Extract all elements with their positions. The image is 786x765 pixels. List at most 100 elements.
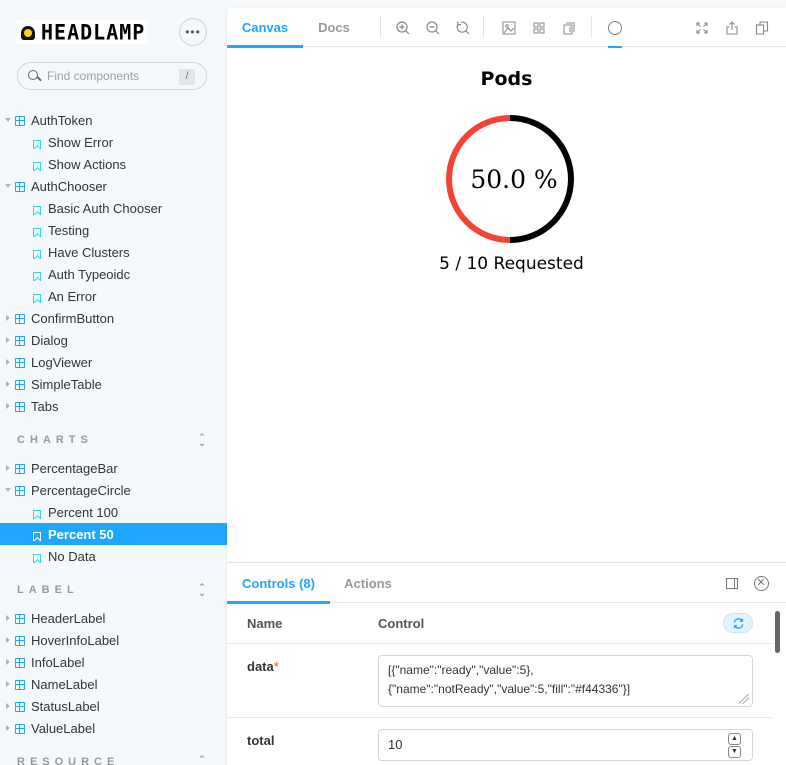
sidebar-component-infolabel[interactable]: InfoLabel xyxy=(0,651,227,673)
component-icon xyxy=(15,182,25,192)
sidebar-story-basic-auth-chooser[interactable]: Basic Auth Chooser xyxy=(0,197,227,219)
sidebar-item-label: StatusLabel xyxy=(31,698,100,714)
sidebar-story-percent-50[interactable]: Percent 50 xyxy=(0,523,227,545)
component-icon xyxy=(15,402,25,412)
background-button[interactable] xyxy=(499,18,519,38)
headlamp-logo[interactable]: HEADLAMP xyxy=(17,19,148,45)
share-icon xyxy=(726,21,738,35)
sidebar-story-have-clusters[interactable]: Have Clusters xyxy=(0,241,227,263)
sidebar-component-dialog[interactable]: Dialog xyxy=(0,329,227,351)
tab-docs[interactable]: Docs xyxy=(303,8,365,47)
sidebar-story-auth-typeoidc[interactable]: Auth Typeoidc xyxy=(0,263,227,285)
sidebar-component-authchooser[interactable]: AuthChooser xyxy=(0,175,227,197)
zoom-reset-button[interactable] xyxy=(453,18,473,38)
caret-right-icon xyxy=(5,336,11,344)
fullscreen-button[interactable] xyxy=(692,18,712,38)
sidebar-story-show-actions[interactable]: Show Actions xyxy=(0,153,227,175)
expand-collapse-icon[interactable]: ⌃ ⌄ xyxy=(197,433,207,448)
grid-button[interactable] xyxy=(529,18,549,38)
close-panel-button[interactable]: ✕ xyxy=(753,575,769,591)
controls-scrollbar[interactable] xyxy=(775,611,780,653)
sidebar-item-label: Dialog xyxy=(31,332,68,348)
grid-icon xyxy=(533,22,545,34)
caret-down-icon xyxy=(5,116,11,124)
expand-collapse-icon[interactable]: ⌃ ⌄ xyxy=(197,583,207,598)
sidebar-item-label: AuthToken xyxy=(31,112,93,128)
tab-actions[interactable]: Actions xyxy=(330,563,406,603)
component-icon xyxy=(15,614,25,624)
control-row-total: total 10 ▲ ▼ xyxy=(227,719,772,765)
sidebar-item-label: An Error xyxy=(48,288,97,304)
sidebar-item-label: PercentageBar xyxy=(31,460,118,476)
data-json-textarea[interactable]: [{"name":"ready","value":5}, {"name":"no… xyxy=(378,655,753,707)
panel-layout-icon xyxy=(726,577,738,589)
sidebar-component-percentagebar[interactable]: PercentageBar xyxy=(0,457,227,479)
bookmark-icon xyxy=(33,509,41,519)
share-button[interactable] xyxy=(722,18,742,38)
toolbar: Canvas Docs xyxy=(227,8,786,49)
sidebar-item-label: PercentageCircle xyxy=(31,482,131,498)
refresh-icon xyxy=(733,617,743,629)
sidebar-component-headerlabel[interactable]: HeaderLabel xyxy=(0,607,227,629)
image-icon xyxy=(502,21,516,35)
sidebar-component-statuslabel[interactable]: StatusLabel xyxy=(0,695,227,717)
sidebar-item-label: Show Actions xyxy=(48,156,127,172)
sidebar-item-label: Auth Typeoidc xyxy=(48,266,131,282)
sidebar-item-label: No Data xyxy=(48,548,96,564)
close-circle-icon: ✕ xyxy=(753,575,769,591)
outline-button[interactable] xyxy=(605,18,625,49)
panel-orientation-button[interactable] xyxy=(724,575,740,591)
expand-collapse-icon[interactable]: ⌃ ⌄ xyxy=(197,755,207,765)
sidebar-item-label: AuthChooser xyxy=(31,178,107,194)
sidebar-story-testing[interactable]: Testing xyxy=(0,219,227,241)
caret-right-icon xyxy=(5,680,11,688)
stepper-down-icon[interactable]: ▼ xyxy=(728,746,741,758)
sidebar-story-percent-100[interactable]: Percent 100 xyxy=(0,501,227,523)
stepper-up-icon[interactable]: ▲ xyxy=(728,733,741,745)
copy-icon xyxy=(755,21,769,35)
tab-controls[interactable]: Controls (8) xyxy=(227,563,330,604)
component-icon xyxy=(15,464,25,474)
search-icon xyxy=(28,69,41,83)
sidebar-story-an-error[interactable]: An Error xyxy=(0,285,227,307)
sidebar-component-tabs[interactable]: Tabs xyxy=(0,395,227,417)
zoom-in-button[interactable] xyxy=(393,18,413,38)
total-number-input[interactable]: 10 xyxy=(378,729,753,761)
sidebar-component-valuelabel[interactable]: ValueLabel xyxy=(0,717,227,739)
component-icon xyxy=(15,358,25,368)
bookmark-icon xyxy=(33,139,41,149)
component-icon xyxy=(15,116,25,126)
addons-tabbar: Controls (8) Actions ✕ xyxy=(227,563,786,604)
sidebar-section-charts[interactable]: CHARTS ⌃ ⌄ xyxy=(17,432,207,448)
sidebar-component-authtoken[interactable]: AuthToken xyxy=(0,109,227,131)
search-input[interactable] xyxy=(47,69,177,83)
component-icon xyxy=(15,658,25,668)
sidebar-component-simpletable[interactable]: SimpleTable xyxy=(0,373,227,395)
sidebar-component-logviewer[interactable]: LogViewer xyxy=(0,351,227,373)
sidebar-component-confirmbutton[interactable]: ConfirmButton xyxy=(0,307,227,329)
more-options-button[interactable]: ••• xyxy=(179,18,207,46)
copy-link-button[interactable] xyxy=(752,18,772,38)
caret-right-icon xyxy=(5,658,11,666)
sidebar-story-show-error[interactable]: Show Error xyxy=(0,131,227,153)
sidebar-component-hoverinfolabel[interactable]: HoverInfoLabel xyxy=(0,629,227,651)
sidebar-item-label: Have Clusters xyxy=(48,244,130,260)
sidebar-component-namelabel[interactable]: NameLabel xyxy=(0,673,227,695)
number-stepper[interactable]: ▲ ▼ xyxy=(728,733,741,758)
sidebar-section-resource[interactable]: RESOURCE ⌃ ⌄ xyxy=(17,754,207,765)
caret-down-icon xyxy=(5,486,11,494)
sidebar-item-label: Show Error xyxy=(48,134,114,150)
caret-right-icon xyxy=(5,614,11,622)
sidebar-item-label: NameLabel xyxy=(31,676,98,692)
reset-controls-button[interactable] xyxy=(723,613,753,633)
caret-right-icon xyxy=(5,402,11,410)
sidebar-story-no-data[interactable]: No Data xyxy=(0,545,227,567)
zoom-out-button[interactable] xyxy=(423,18,443,38)
sidebar-component-percentagecircle[interactable]: PercentageCircle xyxy=(0,479,227,501)
caret-right-icon xyxy=(5,724,11,732)
tab-canvas[interactable]: Canvas xyxy=(227,8,303,48)
sidebar-section-label[interactable]: LABEL ⌃ ⌄ xyxy=(17,582,207,598)
textarea-resize-handle[interactable] xyxy=(739,694,749,704)
lamp-icon xyxy=(21,24,35,40)
viewport-button[interactable] xyxy=(559,18,579,38)
